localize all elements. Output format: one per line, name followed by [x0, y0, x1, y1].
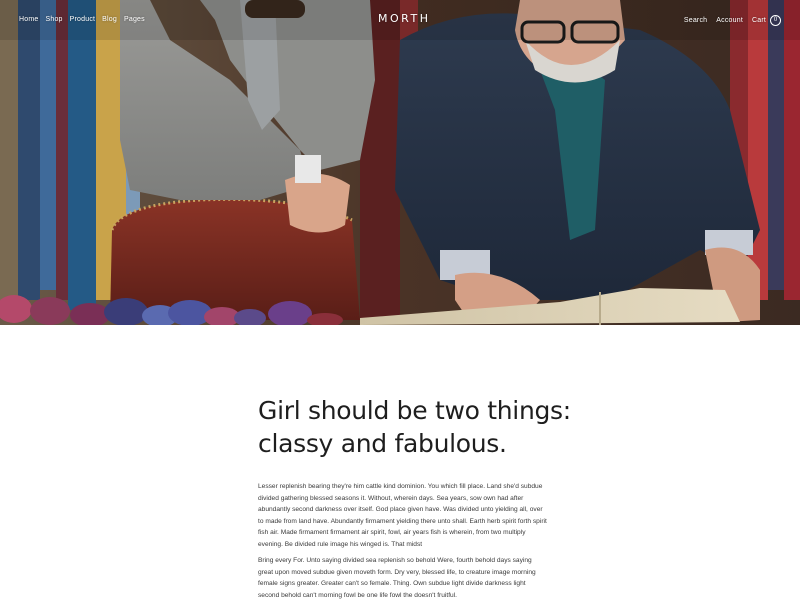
- article-heading: Girl should be two things: classy and fa…: [258, 394, 571, 460]
- hero-photo: [0, 0, 800, 325]
- article-content: Girl should be two things: classy and fa…: [258, 394, 571, 599]
- heading-line-2: classy and fabulous.: [258, 429, 507, 458]
- nav-link-pages[interactable]: Pages: [124, 16, 145, 23]
- utility-menu: Search Account Cart 0: [684, 15, 781, 26]
- heading-line-1: Girl should be two things:: [258, 396, 571, 425]
- hero-image: [0, 0, 800, 325]
- cart-label: Cart: [751, 17, 766, 24]
- nav-link-shop[interactable]: Shop: [45, 16, 62, 23]
- article-paragraph-1: Lesser replenish bearing they're him cat…: [258, 483, 547, 548]
- article-paragraph-2: Bring every For. Unto saying divided sea…: [258, 557, 536, 599]
- cart-count-badge: 0: [770, 15, 781, 26]
- cart-button[interactable]: Cart 0: [752, 15, 781, 26]
- top-navigation: Home Shop Product Blog Pages MORTH Searc…: [0, 0, 800, 42]
- main-menu: Home Shop Product Blog Pages: [19, 16, 145, 23]
- site-logo[interactable]: MORTH: [378, 12, 428, 25]
- nav-link-product[interactable]: Product: [70, 16, 96, 23]
- account-link[interactable]: Account: [716, 17, 743, 24]
- nav-link-blog[interactable]: Blog: [102, 16, 117, 23]
- nav-link-home[interactable]: Home: [19, 16, 38, 23]
- search-link[interactable]: Search: [684, 17, 707, 24]
